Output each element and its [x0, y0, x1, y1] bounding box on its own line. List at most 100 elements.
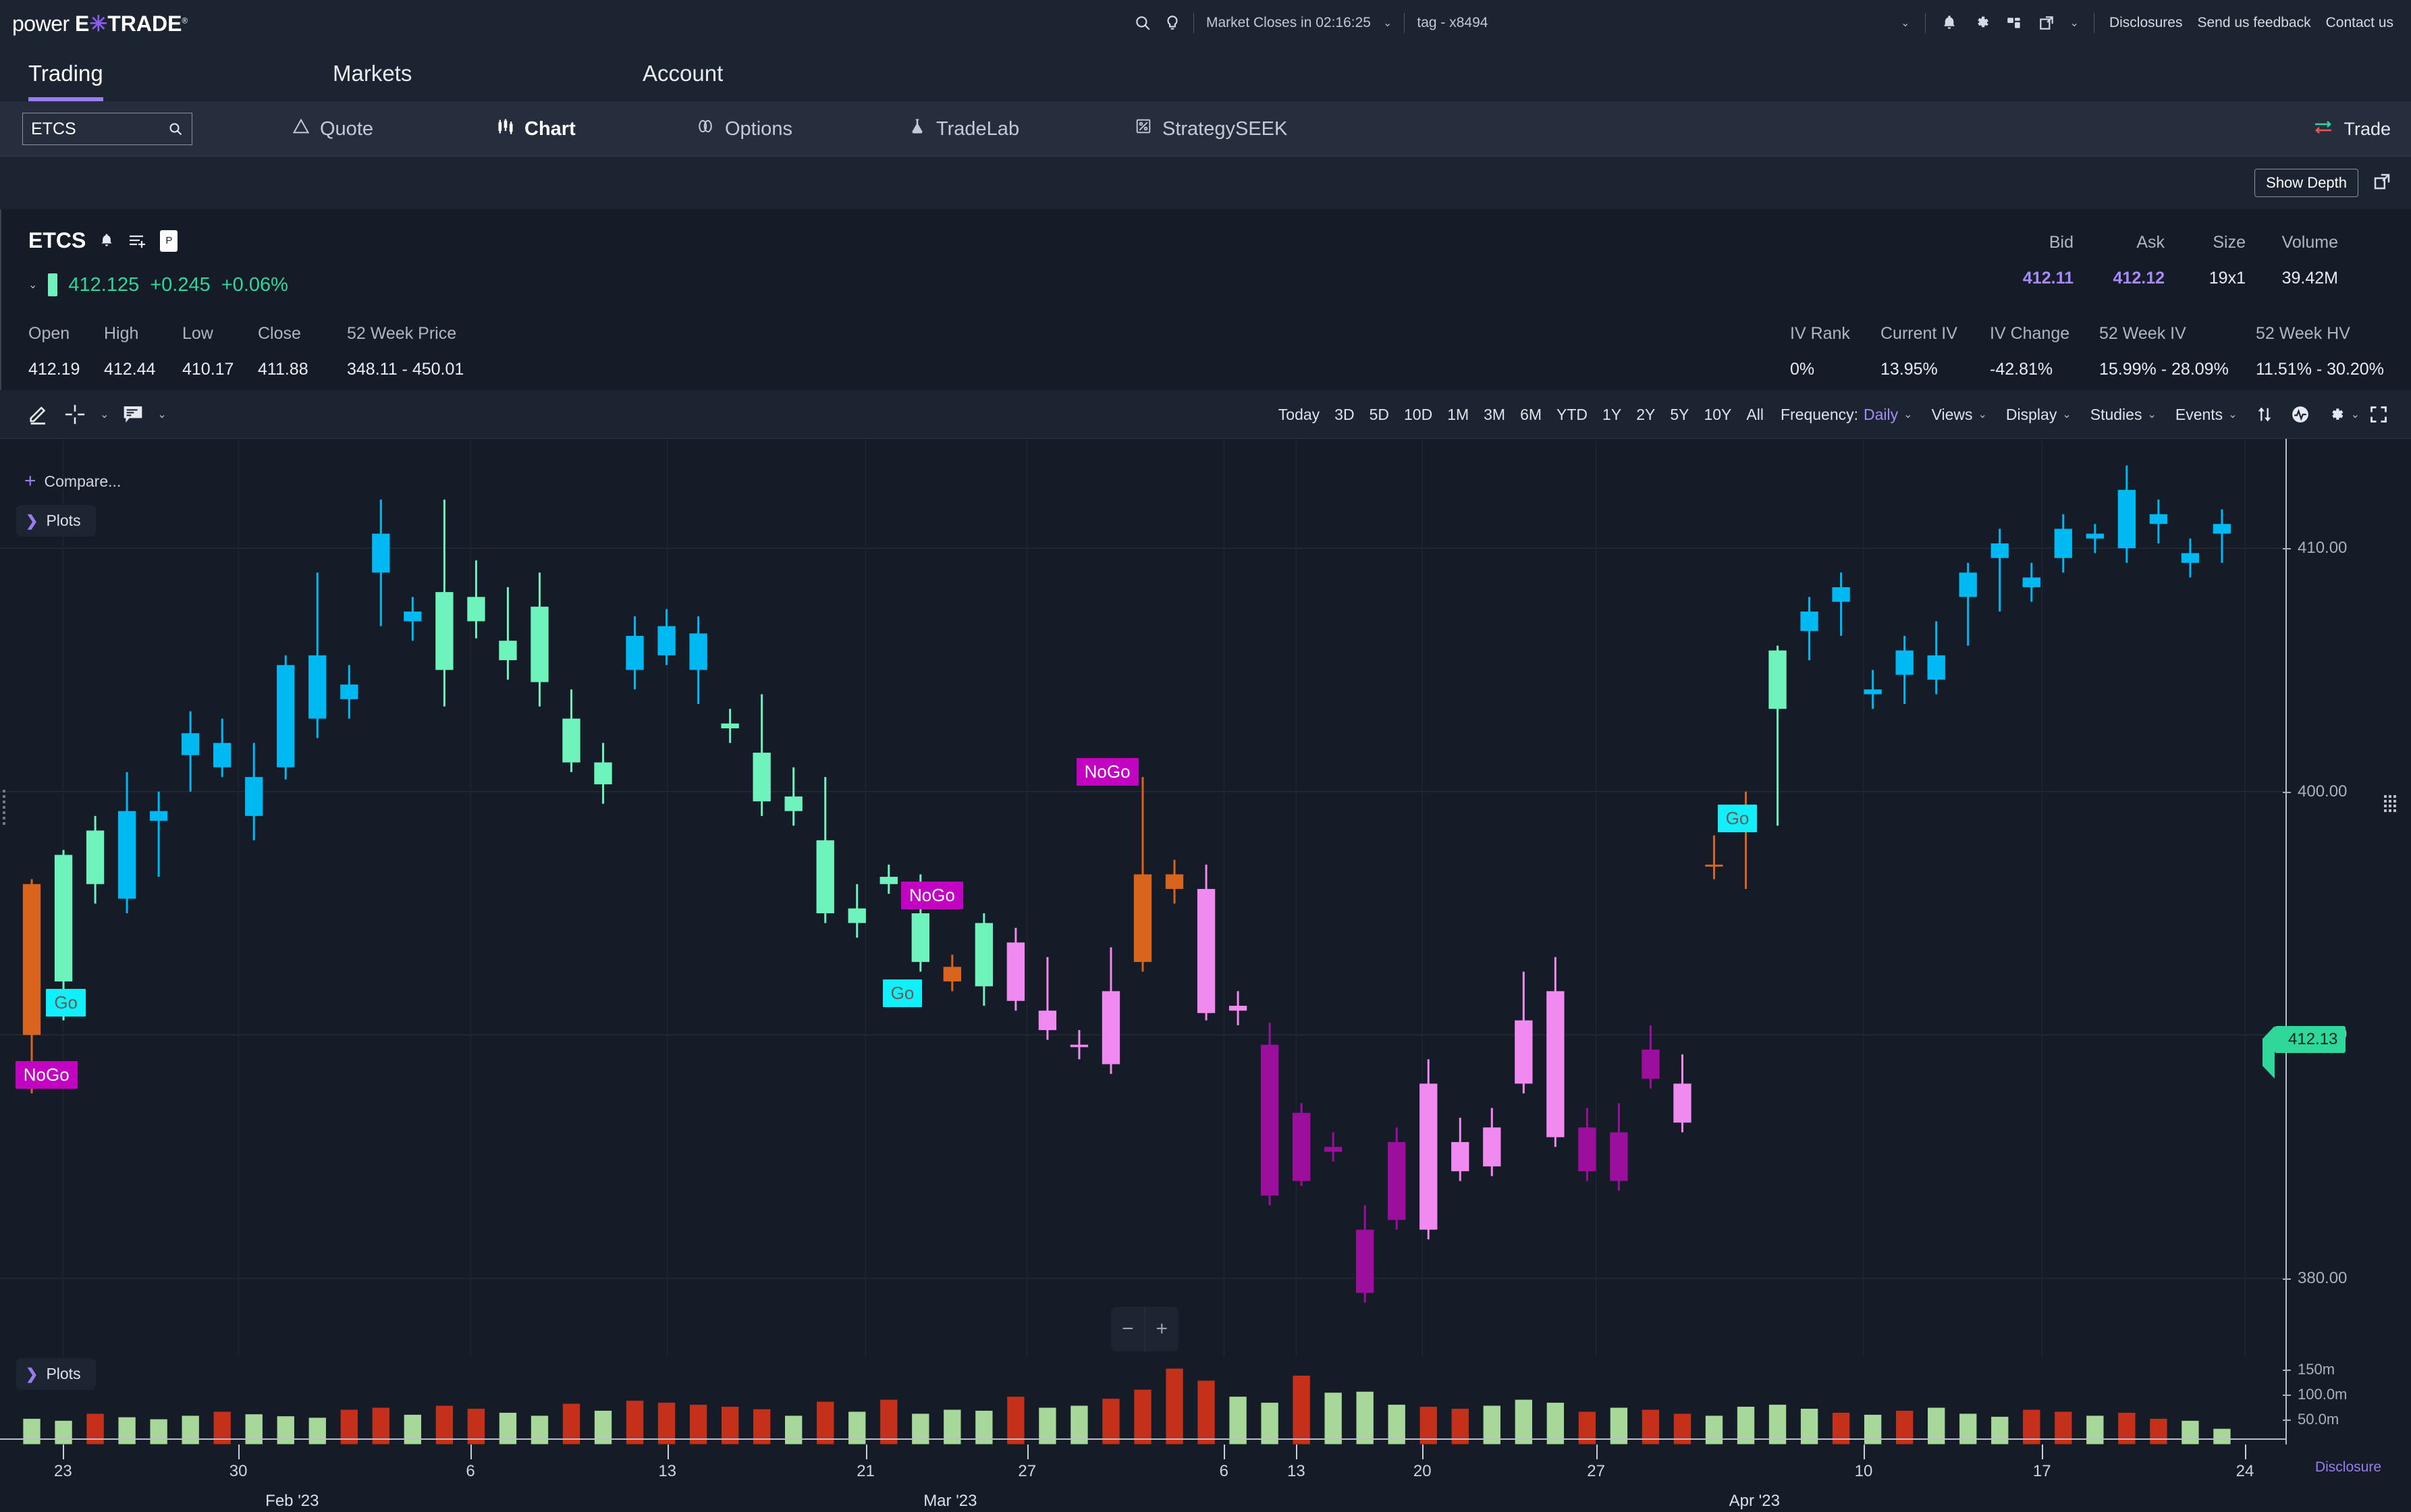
symbol-search-box[interactable] — [22, 113, 192, 145]
trade-arrows-icon — [2312, 118, 2334, 140]
subnav-item-strategyseek[interactable]: StrategySEEK — [1134, 101, 1287, 157]
crosshair-icon[interactable] — [63, 403, 86, 426]
display-dropdown[interactable]: Display⌄ — [1997, 406, 2081, 424]
bell-icon[interactable] — [1941, 14, 1958, 32]
trade-button[interactable]: Trade — [2312, 101, 2391, 157]
search-input[interactable] — [31, 119, 146, 139]
chevron-down-icon: ⌄ — [1978, 408, 1987, 421]
lightbulb-icon[interactable] — [1164, 14, 1181, 32]
volume-chart-panel[interactable] — [0, 1357, 2411, 1444]
x-tick-mark — [1422, 1444, 1424, 1459]
quote-panel: ETCS P ⌄ 412.125 +0.245 +0.06% Open 412.… — [0, 209, 2411, 390]
quote-expand-chevron-icon[interactable]: ⌄ — [28, 278, 37, 292]
chart-zoom-controls: − + — [1111, 1307, 1179, 1351]
gear-icon[interactable] — [1973, 14, 1990, 32]
fullscreen-icon[interactable] — [2360, 405, 2398, 424]
y-tick-mark — [2283, 1278, 2291, 1280]
range-today[interactable]: Today — [1271, 406, 1327, 424]
plus-icon: + — [24, 471, 36, 491]
compare-button[interactable]: + Compare... — [24, 471, 121, 491]
range-1m[interactable]: 1M — [1440, 406, 1476, 424]
main-nav-tabs: Trading Markets Account — [0, 46, 2411, 101]
range-5y[interactable]: 5Y — [1662, 406, 1696, 424]
zoom-in-button[interactable]: + — [1145, 1307, 1179, 1351]
subnav-item-quote[interactable]: Quote — [292, 101, 373, 157]
volume-plot — [0, 1357, 2285, 1444]
range-ytd[interactable]: YTD — [1549, 406, 1595, 424]
quote-stat-high: High 412.44 — [104, 324, 155, 379]
trade-label: Trade — [2344, 119, 2391, 140]
subnav-item-chart[interactable]: Chart — [496, 101, 576, 157]
x-tick-mark — [1864, 1444, 1865, 1459]
events-dropdown[interactable]: Events⌄ — [2166, 406, 2247, 424]
range-10y[interactable]: 10Y — [1696, 406, 1739, 424]
plots-toggle-volume[interactable]: ❯ Plots — [16, 1358, 96, 1390]
zoom-out-button[interactable]: − — [1111, 1307, 1145, 1351]
x-axis-tick-label: 24 — [2236, 1462, 2254, 1481]
alert-bell-icon[interactable] — [98, 232, 115, 250]
quote-stat-52-week-price: 52 Week Price 348.11 - 450.01 — [347, 324, 464, 379]
y-axis[interactable]: 410.00400.00390.00380.00150m100.0m50.0m … — [2285, 439, 2411, 1444]
nav-tab-markets[interactable]: Markets — [333, 46, 412, 101]
price-chart-panel[interactable]: + Compare... ❯ Plots NoGoGoGoNoGoNoGoGo — [0, 439, 2411, 1364]
popout-icon[interactable] — [2038, 14, 2055, 32]
brand-letter-e: E — [75, 11, 89, 36]
display-label: Display — [2006, 406, 2057, 424]
subnav-item-tradelab[interactable]: TradeLab — [908, 101, 1019, 157]
link-send-us-feedback[interactable]: Send us feedback — [2197, 15, 2310, 31]
pulse-icon[interactable] — [2282, 404, 2319, 425]
brand-logo[interactable]: power E✳TRADE® — [12, 11, 188, 36]
settings-chevron-down-icon[interactable]: ⌄ — [2351, 408, 2360, 421]
left-resize-grip[interactable] — [3, 790, 5, 825]
range-6m[interactable]: 6M — [1513, 406, 1549, 424]
range-5d[interactable]: 5D — [1362, 406, 1397, 424]
disclosure-link[interactable]: Disclosure — [2315, 1459, 2381, 1476]
crosshair-chevron-down-icon[interactable]: ⌄ — [100, 408, 109, 421]
annotation-chevron-down-icon[interactable]: ⌄ — [157, 408, 166, 421]
quote-iv-change: IV Change -42.81% — [1990, 324, 2069, 379]
x-axis-tick-label: 27 — [1587, 1462, 1605, 1481]
range-2y[interactable]: 2Y — [1629, 406, 1662, 424]
compare-arrows-icon[interactable] — [2247, 405, 2282, 424]
nav-tab-account[interactable]: Account — [643, 46, 723, 101]
stat-value: 412.19 — [28, 360, 80, 379]
range-10d[interactable]: 10D — [1397, 406, 1440, 424]
pattern-badge-icon[interactable]: P — [160, 230, 178, 252]
popout-icon[interactable] — [2372, 171, 2392, 192]
link-disclosures[interactable]: Disclosures — [2109, 15, 2183, 31]
studies-dropdown[interactable]: Studies⌄ — [2081, 406, 2166, 424]
draw-pencil-icon[interactable] — [27, 403, 50, 426]
subnav-item-options[interactable]: Options — [695, 101, 792, 157]
popout-chevron-down-icon[interactable]: ⌄ — [2070, 16, 2079, 30]
search-icon[interactable] — [1134, 14, 1152, 32]
stat-value: 348.11 - 450.01 — [347, 360, 464, 379]
link-contact-us[interactable]: Contact us — [2326, 15, 2393, 31]
account-chevron-down-icon[interactable]: ⌄ — [1901, 16, 1909, 30]
y-axis-grip[interactable] — [2384, 795, 2396, 812]
stat-label: Bid — [2023, 233, 2074, 252]
range-3d[interactable]: 3D — [1327, 406, 1361, 424]
x-axis-month-label: Apr '23 — [1729, 1492, 1780, 1511]
range-1y[interactable]: 1Y — [1595, 406, 1629, 424]
chevron-down-icon[interactable]: ⌄ — [1383, 16, 1392, 30]
nav-tab-trading[interactable]: Trading — [28, 46, 103, 101]
chevron-right-icon: ❯ — [26, 1366, 38, 1383]
stat-label: 52 Week Price — [347, 324, 464, 344]
market-status-text[interactable]: Market Closes in 02:16:25 — [1206, 15, 1371, 31]
events-label: Events — [2175, 406, 2223, 424]
add-to-list-icon[interactable] — [128, 232, 148, 250]
plots-toggle-price[interactable]: ❯ Plots — [16, 505, 96, 537]
signal-marker-go: Go — [1718, 805, 1758, 832]
show-depth-button[interactable]: Show Depth — [2254, 169, 2358, 197]
stat-label: Size — [2209, 233, 2246, 252]
frequency-dropdown[interactable]: Frequency: Daily ⌄ — [1771, 406, 1922, 424]
account-tag-text[interactable]: tag - x8494 — [1417, 15, 1488, 31]
range-3m[interactable]: 3M — [1476, 406, 1513, 424]
x-axis: 233061321276132027101724Feb '23Mar '23Ap… — [0, 1444, 2411, 1512]
annotation-icon[interactable] — [122, 404, 144, 425]
range-all[interactable]: All — [1739, 406, 1771, 424]
layout-icon[interactable] — [2005, 14, 2023, 32]
settings-gear-icon[interactable] — [2319, 405, 2351, 424]
views-dropdown[interactable]: Views⌄ — [1922, 406, 1997, 424]
search-icon[interactable] — [167, 121, 184, 137]
